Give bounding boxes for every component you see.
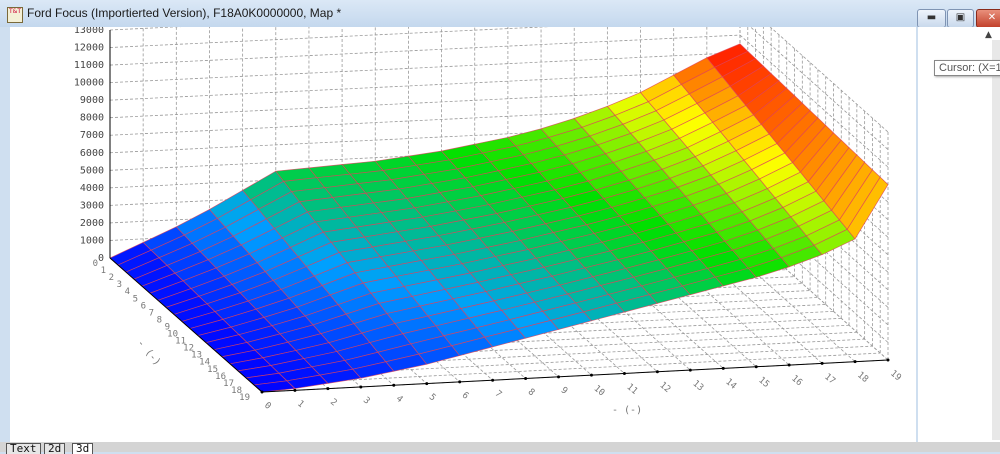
x-tick-mark: [359, 385, 363, 389]
surface-chart[interactable]: 0100020003000400050006000700080009000100…: [10, 27, 916, 442]
x-tick-label: 18: [855, 370, 870, 385]
minimize-icon: ▬: [926, 12, 937, 23]
x-tick-label: 19: [888, 369, 903, 384]
restore-icon: ▣: [955, 12, 966, 23]
x-tick-label: 16: [789, 374, 804, 389]
x-tick-label: 1: [295, 399, 306, 410]
x-tick-label: 8: [526, 387, 537, 398]
surface-plot[interactable]: 0 1000 2000 3000 4000 5000 6000 7000 8000 9000 100…: [10, 27, 916, 442]
back-wall-gridline: [109, 27, 550, 48]
y-tick-label: 3: [117, 280, 122, 290]
z-tick-label: 5000: [80, 165, 104, 176]
y-tick-label: 19: [239, 393, 250, 403]
z-tick-label: 9000: [80, 95, 104, 106]
tab-text[interactable]: Text: [6, 443, 41, 454]
x-tick-mark: [458, 380, 462, 384]
x-tick-label: 10: [592, 384, 607, 399]
right-pane: [918, 27, 1000, 442]
x-tick-mark: [524, 377, 528, 381]
cursor-tooltip: Cursor: (X=1: [934, 60, 1000, 76]
back-wall-gridline: [109, 27, 182, 31]
z-tick-label: 3000: [80, 200, 104, 211]
x-axis-label: - (-): [612, 405, 642, 416]
z-tick-label: 2000: [80, 218, 104, 229]
close-button[interactable]: ✕: [976, 9, 1000, 28]
x-tick-mark: [886, 358, 890, 362]
tab-bar: [0, 442, 1000, 452]
close-icon: ✕: [987, 12, 997, 23]
z-tick-label: 7000: [80, 130, 104, 141]
x-tick-mark: [326, 387, 330, 391]
x-tick-label: 11: [624, 382, 639, 397]
y-tick-label: 6: [141, 301, 146, 311]
x-tick-label: 12: [657, 380, 672, 395]
x-tick-mark: [491, 378, 495, 382]
x-tick-label: 3: [361, 396, 372, 407]
z-tick-label: 13000: [74, 27, 104, 36]
x-tick-label: 7: [493, 389, 504, 400]
minimize-button[interactable]: ▬: [917, 9, 946, 28]
z-tick-label: 6000: [80, 148, 104, 159]
y-tick-label: 8: [157, 315, 162, 325]
z-tick-label: 0: [98, 253, 104, 264]
y-tick-label: 2: [109, 273, 114, 283]
vertical-scrollbar[interactable]: [992, 40, 1000, 440]
z-tick-label: 4000: [80, 183, 104, 194]
window-title: Ford Focus (Importierted Version), F18A0…: [27, 6, 342, 20]
z-tick-label: 8000: [80, 113, 104, 124]
y-axis-label: - (-): [135, 338, 163, 368]
z-tick-label: 1000: [80, 235, 104, 246]
x-tick-label: 9: [559, 385, 570, 396]
x-tick-mark: [589, 373, 593, 377]
y-tick-label: 1: [101, 266, 106, 276]
x-tick-mark: [688, 368, 692, 372]
x-tick-mark: [754, 365, 758, 369]
y-tick-label: 7: [149, 308, 154, 318]
x-tick-label: 0: [262, 401, 273, 412]
x-tick-label: 2: [328, 397, 339, 408]
x-tick-label: 4: [394, 394, 405, 405]
back-wall-gridline: [109, 52, 741, 84]
x-tick-mark: [392, 383, 396, 387]
x-tick-mark: [655, 370, 659, 374]
x-tick-mark: [787, 363, 791, 367]
restore-button[interactable]: ▣: [947, 9, 974, 28]
y-tick-label: 4: [125, 287, 130, 297]
x-tick-mark: [853, 360, 857, 364]
surface-mesh: [109, 43, 889, 393]
x-tick-mark: [557, 375, 561, 379]
scroll-up-icon[interactable]: ▲: [985, 30, 992, 40]
y-tick-label: 5: [133, 294, 138, 304]
x-tick-label: 14: [723, 377, 738, 392]
tab-2d[interactable]: 2d: [44, 443, 66, 454]
x-tick-label: 13: [690, 379, 705, 394]
y-tick-label: 0: [93, 259, 98, 269]
z-tick-label: 12000: [74, 43, 104, 54]
x-tick-mark: [721, 366, 725, 370]
x-tick-mark: [820, 361, 824, 365]
x-tick-label: 17: [822, 372, 837, 387]
x-tick-label: 6: [460, 391, 471, 402]
x-tick-mark: [293, 388, 297, 392]
x-tick-label: 15: [756, 375, 771, 390]
tab-3d[interactable]: 3d: [72, 443, 94, 454]
x-tick-mark: [260, 390, 264, 394]
x-tick-label: 5: [427, 392, 438, 403]
x-tick-mark: [425, 382, 429, 386]
title-bar: T&T Ford Focus (Importierted Version), F…: [0, 0, 1000, 28]
z-tick-label: 10000: [74, 78, 104, 89]
back-wall-gridline: [109, 34, 741, 66]
x-tick-mark: [622, 371, 626, 375]
app-icon: T&T: [7, 7, 23, 23]
z-tick-label: 11000: [74, 60, 104, 71]
